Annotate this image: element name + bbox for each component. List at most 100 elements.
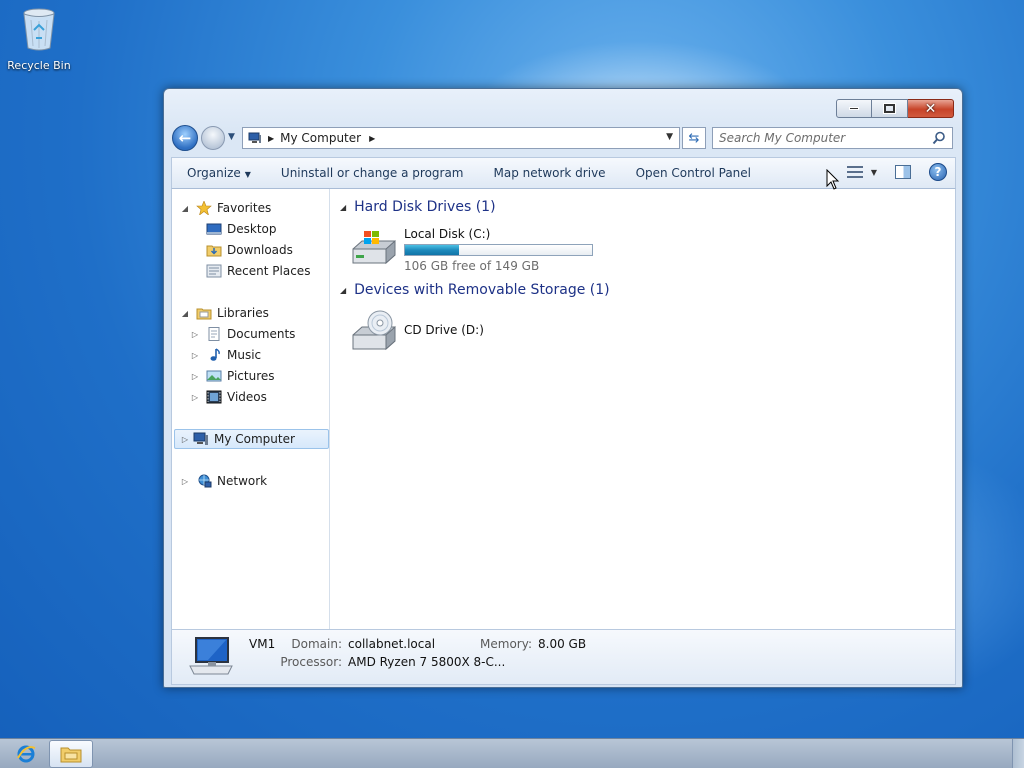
expand-arrow-icon[interactable]: ▷ — [190, 351, 200, 360]
star-icon — [196, 201, 212, 215]
group-removable-storage-title: Devices with Removable Storage (1) — [354, 282, 610, 298]
drive-c-name: Local Disk (C:) — [404, 227, 491, 241]
processor-label: Processor: — [280, 655, 342, 669]
nav-item-my-computer[interactable]: ▷ My Computer — [174, 429, 329, 449]
address-history-dropdown-icon[interactable]: ▼ — [666, 132, 673, 142]
processor-value: AMD Ryzen 7 5800X 8-C... — [348, 655, 506, 669]
breadcrumb-separator-icon[interactable]: ▶ — [369, 134, 375, 143]
nav-item-downloads[interactable]: Downloads — [190, 240, 293, 260]
nav-item-music[interactable]: ▷ Music — [190, 345, 261, 365]
pictures-icon — [206, 370, 222, 382]
downloads-folder-icon — [206, 245, 222, 257]
nav-favorites[interactable]: ◢ Favorites — [180, 198, 271, 218]
windows-explorer-icon — [60, 747, 82, 763]
uninstall-program-button[interactable]: Uninstall or change a program — [266, 166, 479, 180]
back-button[interactable]: ← — [172, 125, 198, 151]
nav-item-pictures[interactable]: ▷ Pictures — [190, 366, 275, 386]
drive-local-disk-c[interactable]: Local Disk (C:) 106 GB free of 149 GB — [350, 225, 593, 273]
window-controls: ✕ — [836, 99, 954, 118]
taskbar-windows-explorer[interactable] — [49, 740, 93, 768]
group-hard-disk-drives[interactable]: ◢ Hard Disk Drives (1) — [340, 197, 496, 217]
capacity-bar-fill — [405, 245, 460, 255]
nav-favorites-label: Favorites — [217, 201, 272, 215]
collapse-arrow-icon[interactable]: ◢ — [180, 309, 190, 318]
expand-arrow-icon[interactable]: ▷ — [180, 477, 190, 486]
organize-label: Organize — [187, 166, 241, 180]
expand-arrow-icon[interactable]: ▷ — [190, 372, 200, 381]
capacity-bar — [404, 244, 593, 256]
maximize-button[interactable] — [872, 99, 908, 118]
nav-item-network[interactable]: ▷ Network — [180, 471, 267, 491]
address-bar[interactable]: ▶ My Computer ▶ ▼ — [242, 127, 680, 149]
breadcrumb-separator-icon[interactable]: ▶ — [268, 134, 274, 143]
videos-icon — [206, 390, 222, 404]
group-divider — [607, 290, 948, 310]
computer-icon — [248, 132, 261, 143]
collapse-group-icon[interactable]: ◢ — [340, 203, 346, 212]
expand-arrow-icon[interactable]: ▷ — [180, 435, 190, 444]
nav-network-label: Network — [217, 474, 268, 488]
mouse-cursor-icon — [826, 169, 840, 190]
search-icon[interactable] — [932, 131, 946, 145]
nav-documents-label: Documents — [227, 327, 296, 341]
internet-explorer-icon — [17, 745, 36, 763]
views-icon — [846, 165, 863, 179]
hard-disk-icon — [352, 231, 396, 265]
group-removable-storage[interactable]: ◢ Devices with Removable Storage (1) — [340, 280, 610, 300]
change-view-button[interactable]: ▼ — [846, 165, 877, 179]
open-control-panel-button[interactable]: Open Control Panel — [621, 166, 766, 180]
recent-pages-dropdown-icon[interactable]: ▼ — [228, 132, 235, 142]
drive-cd-d[interactable]: CD Drive (D:) — [350, 309, 484, 353]
nav-pictures-label: Pictures — [227, 369, 275, 383]
breadcrumb-my-computer[interactable]: My Computer — [280, 131, 361, 145]
libraries-icon — [196, 308, 212, 320]
minimize-button[interactable] — [836, 99, 872, 118]
domain-value: collabnet.local — [348, 637, 436, 651]
nav-libraries[interactable]: ◢ Libraries — [180, 303, 269, 323]
nav-item-recent-places[interactable]: Recent Places — [190, 261, 310, 281]
refresh-button[interactable]: ⇆ — [682, 127, 706, 149]
machine-name: VM1 — [249, 637, 276, 651]
map-network-drive-button[interactable]: Map network drive — [479, 166, 621, 180]
forward-button[interactable] — [201, 126, 225, 150]
expand-arrow-icon[interactable]: ▷ — [190, 330, 200, 339]
maximize-icon — [883, 103, 896, 114]
nav-downloads-label: Downloads — [227, 243, 293, 257]
organize-button[interactable]: Organize ▼ — [172, 166, 266, 180]
taskbar — [0, 738, 1024, 768]
search-input[interactable] — [719, 131, 929, 145]
back-arrow-icon: ← — [178, 129, 192, 147]
memory-value: 8.00 GB — [538, 637, 587, 651]
recycle-bin-icon — [23, 8, 55, 51]
show-desktop-button[interactable] — [1012, 739, 1024, 768]
close-button[interactable]: ✕ — [908, 99, 954, 118]
nav-recent-places-label: Recent Places — [227, 264, 311, 278]
nav-desktop-label: Desktop — [227, 222, 277, 236]
expand-arrow-icon[interactable]: ▷ — [190, 393, 200, 402]
computer-icon — [193, 432, 208, 445]
collapse-group-icon[interactable]: ◢ — [340, 286, 346, 295]
drive-c-free-space: 106 GB free of 149 GB — [404, 259, 540, 273]
nav-item-desktop[interactable]: Desktop — [190, 219, 277, 239]
music-icon — [210, 348, 220, 361]
nav-item-documents[interactable]: ▷ Documents — [190, 324, 295, 344]
drive-info: Local Disk (C:) 106 GB free of 149 GB — [404, 225, 593, 273]
group-divider — [488, 207, 948, 227]
refresh-icon: ⇆ — [688, 130, 700, 146]
nav-libraries-label: Libraries — [217, 306, 269, 320]
details-pane: VM1 Domain: collabnet.local Memory: 8.00… — [171, 629, 956, 685]
preview-pane-icon[interactable] — [895, 165, 911, 179]
nav-item-videos[interactable]: ▷ Videos — [190, 387, 267, 407]
more-options-dropdown-icon[interactable]: ▼ — [871, 168, 877, 177]
navigation-pane: ◢ Favorites Desktop Downloads Recent Pla… — [172, 189, 330, 629]
recycle-bin[interactable]: Recycle Bin — [4, 6, 74, 72]
domain-label: Domain: — [291, 637, 342, 651]
taskbar-internet-explorer[interactable] — [6, 740, 46, 768]
memory-label: Memory: — [480, 637, 532, 651]
computer-icon — [189, 637, 233, 675]
collapse-arrow-icon[interactable]: ◢ — [180, 204, 190, 213]
search-box[interactable] — [712, 127, 953, 149]
help-icon[interactable]: ? — [929, 163, 947, 181]
navigation-bar: ← ▼ ▶ My Computer ▶ ▼ ⇆ — [172, 125, 956, 151]
recent-places-icon — [206, 264, 222, 278]
